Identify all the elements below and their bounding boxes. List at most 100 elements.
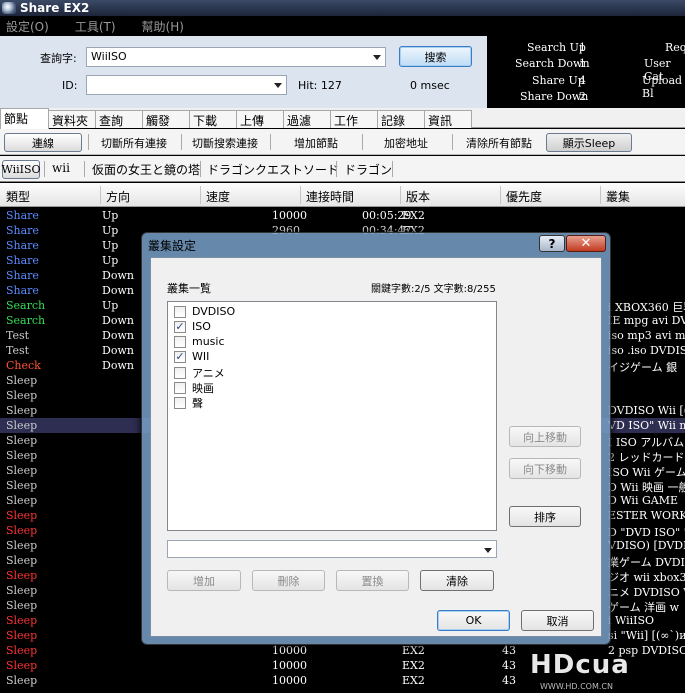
column-direction[interactable]: 方向 bbox=[106, 188, 130, 205]
table-row[interactable]: Share Up 10000 00:05:29 EX2 bbox=[0, 208, 685, 223]
close-icon[interactable]: ✕ bbox=[566, 235, 606, 252]
keyword-combobox[interactable]: WiiISO bbox=[86, 47, 386, 67]
keyword-chip[interactable]: ドラゴンクエストソード bbox=[207, 161, 339, 178]
column-divider[interactable] bbox=[600, 186, 601, 204]
clear-all-nodes-button[interactable]: 清除所有節點 bbox=[459, 133, 539, 152]
menu-tools[interactable]: 工具(T) bbox=[75, 18, 116, 35]
column-connect-time[interactable]: 連接時間 bbox=[306, 188, 354, 205]
cluster-name-input[interactable] bbox=[167, 540, 497, 558]
column-divider[interactable] bbox=[100, 186, 101, 204]
add-node-button[interactable]: 增加節點 bbox=[280, 133, 352, 152]
cell-type: Test bbox=[6, 329, 30, 342]
cell-dir: Down bbox=[102, 344, 134, 357]
checkbox[interactable] bbox=[174, 382, 186, 394]
cell-dir: Down bbox=[102, 359, 134, 372]
cluster-item[interactable]: DVDISO bbox=[174, 305, 235, 318]
window-titlebar[interactable]: Share EX2 bbox=[0, 0, 685, 16]
column-priority[interactable]: 優先度 bbox=[506, 188, 542, 205]
stat-search-down-value: 1 bbox=[579, 57, 586, 70]
ok-button[interactable]: OK bbox=[437, 610, 510, 631]
node-toolbar: 連線 切斷所有連接 切斷搜索連接 增加節點 加密地址 清除所有節點 顯示Slee… bbox=[0, 129, 685, 155]
cell-type: Sleep bbox=[6, 509, 38, 522]
search-time: 0 msec bbox=[410, 79, 450, 92]
checkbox[interactable]: ✓ bbox=[174, 350, 186, 363]
cell-dir: Down bbox=[102, 329, 134, 342]
keyword-count: 關鍵字數:2/5 文字數:8/255 bbox=[371, 284, 496, 295]
cell-type: Share bbox=[6, 224, 39, 237]
search-button[interactable]: 搜索 bbox=[399, 46, 472, 67]
cluster-list-title: 叢集一覧 bbox=[167, 282, 211, 295]
menu-settings[interactable]: 設定(O) bbox=[6, 18, 49, 35]
stat-search-up-value: 1 bbox=[579, 41, 586, 54]
column-speed[interactable]: 速度 bbox=[206, 188, 230, 205]
tab-tasks[interactable]: 工作 bbox=[330, 110, 378, 128]
stat-upload-bl-label: Upload Bl bbox=[642, 74, 683, 100]
tab-query[interactable]: 查詢 bbox=[95, 110, 143, 128]
cluster-item[interactable]: 映画 bbox=[174, 380, 214, 396]
replace-button[interactable]: 置換 bbox=[336, 570, 409, 591]
sort-button[interactable]: 排序 bbox=[509, 506, 581, 527]
cluster-item[interactable]: ✓ WII bbox=[174, 350, 209, 363]
cluster-item[interactable]: music bbox=[174, 335, 225, 348]
tab-trigger[interactable]: 觸發 bbox=[142, 110, 190, 128]
cell-type: Sleep bbox=[6, 554, 38, 567]
stat-share-up-label: Share Up bbox=[532, 74, 585, 87]
tab-log[interactable]: 記錄 bbox=[377, 110, 425, 128]
cell-ver: EX2 bbox=[402, 674, 425, 687]
keyword-chip[interactable]: ドラゴン bbox=[344, 161, 392, 178]
column-divider[interactable] bbox=[200, 186, 201, 204]
tab-download[interactable]: 下載 bbox=[189, 110, 237, 128]
show-sleep-toggle[interactable]: 顯示Sleep bbox=[546, 133, 632, 152]
chevron-down-icon[interactable] bbox=[484, 548, 492, 553]
disconnect-search-button[interactable]: 切斷搜索連接 bbox=[186, 133, 264, 152]
tab-nodes[interactable]: 節點 bbox=[0, 108, 49, 129]
column-divider[interactable] bbox=[400, 186, 401, 204]
tab-folders[interactable]: 資料夾 bbox=[48, 110, 96, 128]
help-button[interactable]: ? bbox=[539, 235, 565, 252]
cell-type: Sleep bbox=[6, 524, 38, 537]
keyword-chip-active[interactable]: WiiISO bbox=[1, 160, 41, 179]
column-divider[interactable] bbox=[300, 186, 301, 204]
encrypt-address-button[interactable]: 加密地址 bbox=[370, 133, 442, 152]
cell-ver: EX2 bbox=[402, 659, 425, 672]
keyword-label: 查詢字: bbox=[40, 52, 77, 65]
column-divider[interactable] bbox=[500, 186, 501, 204]
move-up-button[interactable]: 向上移動 bbox=[509, 426, 581, 447]
tab-filter[interactable]: 過濾 bbox=[283, 110, 331, 128]
checkbox[interactable]: ✓ bbox=[174, 320, 186, 333]
column-cluster[interactable]: 叢集 bbox=[606, 188, 630, 205]
tab-upload[interactable]: 上傳 bbox=[236, 110, 284, 128]
chevron-down-icon[interactable] bbox=[274, 83, 282, 88]
stat-req-label: Req bbox=[665, 41, 685, 54]
column-version[interactable]: 版本 bbox=[406, 188, 430, 205]
keyword-chip[interactable]: 仮面の女王と鏡の塔 bbox=[92, 161, 200, 178]
clear-button[interactable]: 清除 bbox=[420, 570, 494, 591]
toolbar-divider bbox=[392, 161, 393, 177]
cluster-item[interactable]: アニメ bbox=[174, 365, 225, 381]
id-combobox[interactable] bbox=[86, 75, 287, 95]
cell-type: Sleep bbox=[6, 569, 38, 582]
cell-dir: Up bbox=[102, 239, 119, 252]
checkbox[interactable] bbox=[174, 367, 186, 379]
checkbox[interactable] bbox=[174, 335, 186, 348]
chevron-down-icon[interactable] bbox=[373, 55, 381, 60]
delete-button[interactable]: 刪除 bbox=[252, 570, 325, 591]
cell-type: Sleep bbox=[6, 434, 38, 447]
checkbox[interactable] bbox=[174, 305, 186, 318]
connect-button[interactable]: 連線 bbox=[4, 133, 82, 152]
search-panel: 查詢字: WiiISO 搜索 ID: Hit: 127 0 msec bbox=[0, 36, 487, 108]
disconnect-all-button[interactable]: 切斷所有連接 bbox=[92, 133, 176, 152]
keyword-chip[interactable]: wii bbox=[52, 161, 70, 175]
cluster-checklist[interactable]: DVDISO ✓ ISO music ✓ WII アニメ 映画 聲 bbox=[167, 301, 497, 531]
move-down-button[interactable]: 向下移動 bbox=[509, 458, 581, 479]
cluster-item[interactable]: 聲 bbox=[174, 395, 203, 411]
add-button[interactable]: 增加 bbox=[167, 570, 241, 591]
column-type[interactable]: 類型 bbox=[6, 188, 30, 205]
cancel-button[interactable]: 取消 bbox=[521, 610, 594, 631]
cluster-item[interactable]: ✓ ISO bbox=[174, 320, 211, 333]
cell-type: Sleep bbox=[6, 389, 38, 402]
tab-info[interactable]: 資訊 bbox=[424, 110, 472, 128]
menu-help[interactable]: 幫助(H) bbox=[142, 18, 184, 35]
checkbox[interactable] bbox=[174, 397, 186, 409]
cell-type: Sleep bbox=[6, 629, 38, 642]
